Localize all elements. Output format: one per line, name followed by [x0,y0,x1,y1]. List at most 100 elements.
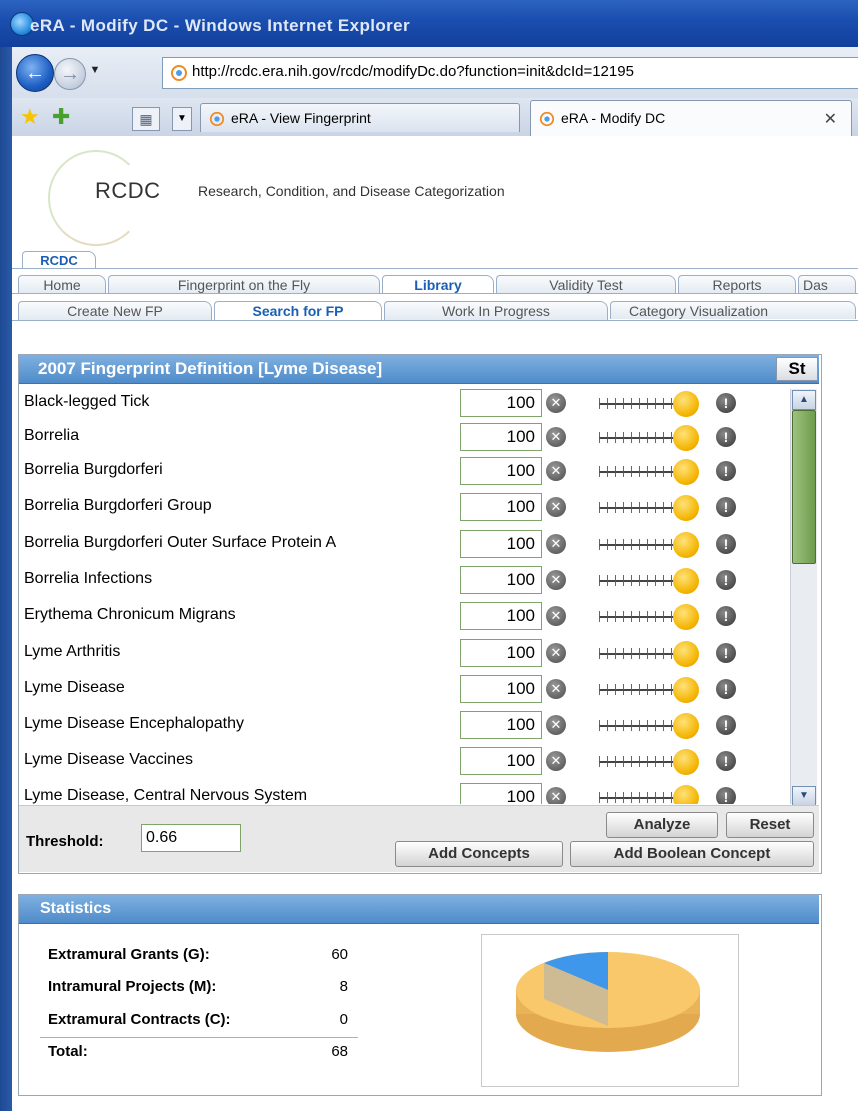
concept-weight-input[interactable]: 100 [460,675,542,703]
alert-icon[interactable]: ! [716,570,736,590]
weight-slider-knob[interactable] [673,713,699,739]
alert-icon[interactable]: ! [716,643,736,663]
add-favorite-icon[interactable]: ✚ [52,104,70,130]
alert-icon[interactable]: ! [716,393,736,413]
remove-concept-icon[interactable]: ✕ [546,461,566,481]
weight-slider-knob[interactable] [673,532,699,558]
alert-icon[interactable]: ! [716,679,736,699]
concept-weight-input[interactable]: 100 [460,423,542,451]
concept-weight-input[interactable]: 100 [460,530,542,558]
alert-icon[interactable]: ! [716,751,736,771]
concept-label: Borrelia Burgdorferi Outer Surface Prote… [24,534,337,551]
concept-weight-input[interactable]: 100 [460,639,542,667]
tab-fingerprint-on-the-fly[interactable]: Fingerprint on the Fly [108,275,380,294]
tab-validity-test[interactable]: Validity Test [496,275,676,294]
browser-tab-modify-dc[interactable]: eRA - Modify DC ✕ [530,100,852,137]
tab-reports[interactable]: Reports [678,275,796,294]
scroll-up-icon[interactable]: ▲ [792,390,816,410]
tab-library[interactable]: Library [382,275,494,294]
threshold-label: Threshold: [26,833,104,850]
tab-dashboard[interactable]: Das [798,275,856,293]
concept-weight-value: 100 [506,715,535,734]
statistics-pie-chart [516,952,700,1052]
concept-weight-value: 100 [506,497,535,516]
weight-slider-knob[interactable] [673,785,699,804]
st-button[interactable]: St [776,357,818,381]
concept-weight-input[interactable]: 100 [460,493,542,521]
remove-concept-icon[interactable]: ✕ [546,787,566,804]
weight-slider-knob[interactable] [673,495,699,521]
page-icon [539,111,555,127]
remove-concept-icon[interactable]: ✕ [546,534,566,554]
back-button[interactable]: ← [16,54,54,92]
concept-label: Lyme Disease Encephalopathy [24,715,244,732]
browser-tab-view-fingerprint[interactable]: eRA - View Fingerprint [200,103,520,132]
tab-list-dropdown[interactable]: ▼ [172,107,192,131]
concept-weight-input[interactable]: 100 [460,711,542,739]
close-tab-icon[interactable]: ✕ [824,109,837,129]
quick-tabs-icon[interactable]: ▦ [132,107,160,131]
tab-create-new-fp[interactable]: Create New FP [18,301,212,320]
alert-icon[interactable]: ! [716,461,736,481]
concept-weight-input[interactable]: 100 [460,457,542,485]
statistics-header [19,895,819,924]
concept-weight-input[interactable]: 100 [460,566,542,594]
weight-slider-knob[interactable] [673,749,699,775]
concept-weight-input[interactable]: 100 [460,389,542,417]
stat-label-total: Total: [48,1043,88,1060]
alert-icon[interactable]: ! [716,606,736,626]
remove-concept-icon[interactable]: ✕ [546,715,566,735]
remove-concept-icon[interactable]: ✕ [546,427,566,447]
alert-icon[interactable]: ! [716,534,736,554]
tab-label: eRA - View Fingerprint [231,110,371,126]
concept-weight-input[interactable]: 100 [460,783,542,804]
concept-weight-value: 100 [506,393,535,412]
concept-weight-input[interactable]: 100 [460,747,542,775]
tab-work-in-progress[interactable]: Work In Progress [384,301,608,320]
weight-slider-knob[interactable] [673,459,699,485]
tab-rcdc[interactable]: RCDC [22,251,96,269]
remove-concept-icon[interactable]: ✕ [546,570,566,590]
alert-icon[interactable]: ! [716,497,736,517]
concept-label: Lyme Disease Vaccines [24,751,193,768]
add-boolean-concept-button[interactable]: Add Boolean Concept [570,841,814,867]
alert-icon[interactable]: ! [716,427,736,447]
tab-home[interactable]: Home [18,275,106,294]
concept-row: Borrelia Burgdorferi Group 100 ✕! [19,490,789,525]
concept-row: Lyme Disease 100 ✕! [19,672,789,707]
weight-slider-knob[interactable] [673,677,699,703]
concept-row: Lyme Disease Encephalopathy 100 ✕! [19,708,789,743]
remove-concept-icon[interactable]: ✕ [546,643,566,663]
weight-slider-knob[interactable] [673,568,699,594]
remove-concept-icon[interactable]: ✕ [546,679,566,699]
remove-concept-icon[interactable]: ✕ [546,497,566,517]
threshold-input[interactable]: 0.66 [141,824,241,852]
weight-slider-knob[interactable] [673,641,699,667]
weight-slider-knob[interactable] [673,425,699,451]
add-concepts-button[interactable]: Add Concepts [395,841,563,867]
tab-divider [12,293,858,294]
url-text[interactable]: http://rcdc.era.nih.gov/rcdc/modifyDc.do… [192,63,634,80]
concept-row: Lyme Arthritis 100 ✕! [19,636,789,671]
forward-button[interactable]: → [54,58,86,90]
tab-search-for-fp[interactable]: Search for FP [214,301,382,320]
remove-concept-icon[interactable]: ✕ [546,751,566,771]
concept-weight-value: 100 [506,643,535,662]
stat-label-contracts: Extramural Contracts (C): [48,1011,231,1028]
tab-category-visualization[interactable]: Category Visualization [610,301,856,319]
weight-slider-knob[interactable] [673,604,699,630]
alert-icon[interactable]: ! [716,715,736,735]
alert-icon[interactable]: ! [716,787,736,804]
reset-button[interactable]: Reset [726,812,814,838]
recent-pages-dropdown[interactable]: ▼ [88,60,102,80]
remove-concept-icon[interactable]: ✕ [546,606,566,626]
scroll-down-icon[interactable]: ▼ [792,786,816,806]
concept-label: Borrelia Burgdorferi Group [24,497,212,514]
scrollbar-thumb[interactable] [792,410,816,564]
window-frame [0,0,12,1111]
weight-slider-knob[interactable] [673,391,699,417]
favorites-star-icon[interactable]: ★ [20,104,40,130]
remove-concept-icon[interactable]: ✕ [546,393,566,413]
analyze-button[interactable]: Analyze [606,812,718,838]
concept-weight-input[interactable]: 100 [460,602,542,630]
